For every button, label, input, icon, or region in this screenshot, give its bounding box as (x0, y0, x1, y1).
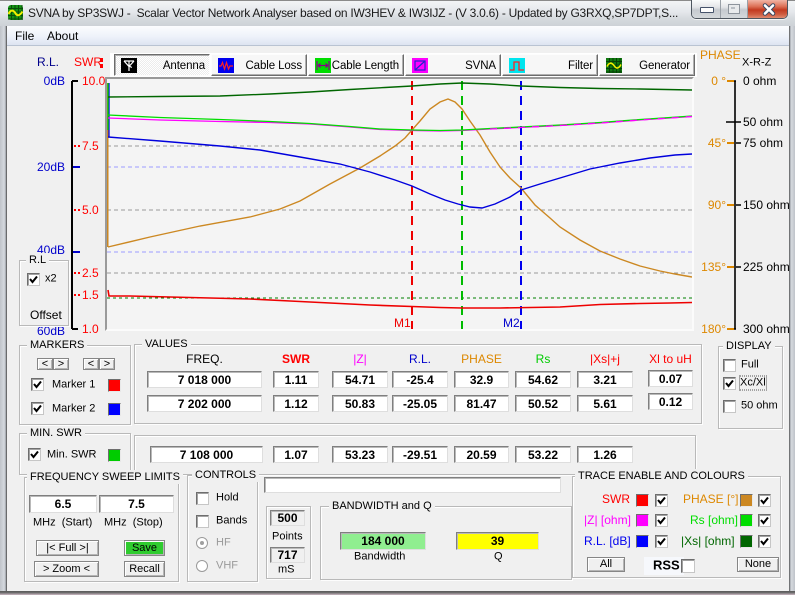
svg-text:M2: M2 (503, 316, 520, 329)
svg-text:M1: M1 (394, 316, 411, 329)
